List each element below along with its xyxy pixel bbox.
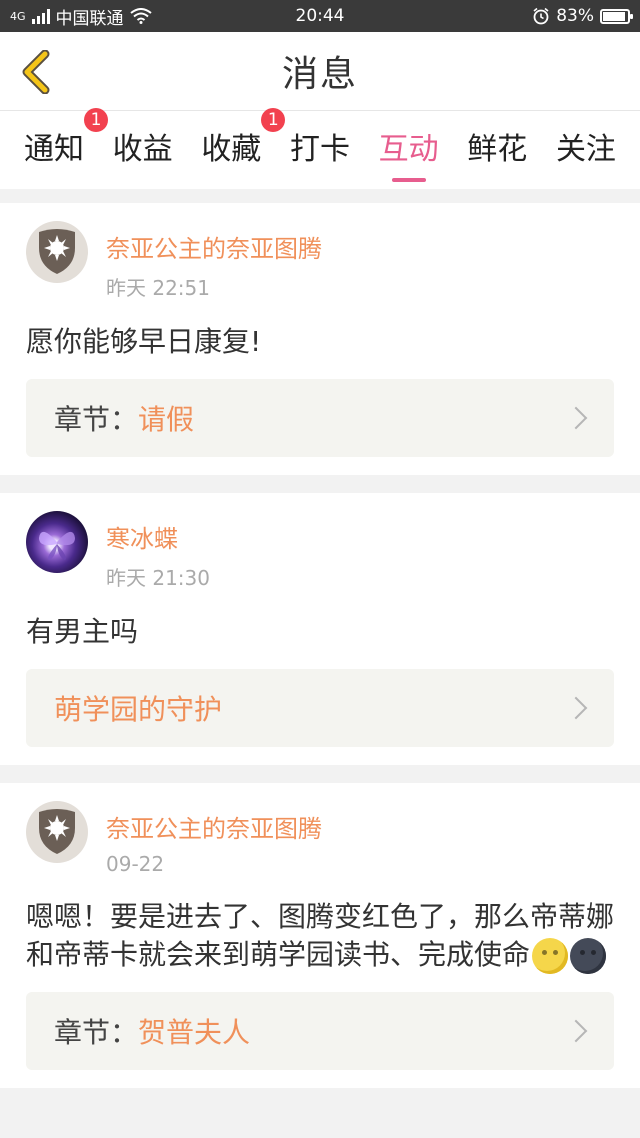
book-link[interactable]: 萌学园的守护	[26, 669, 614, 747]
username[interactable]: 寒冰蝶	[106, 519, 210, 554]
network-type: 4G	[10, 9, 26, 23]
page-title: 消息	[281, 54, 358, 95]
shield-icon	[39, 809, 75, 854]
tab-flowers[interactable]: 鲜花	[467, 124, 527, 176]
message-text: 嗯嗯！要是进去了、图腾变红色了，那么帝蒂娜和帝蒂卡就会来到萌学园读书、完成使命	[26, 898, 614, 974]
timestamp: 昨天 21:30	[106, 566, 210, 590]
tab-notifications[interactable]: 通知 1	[24, 108, 108, 176]
chevron-right-icon	[564, 1019, 588, 1043]
tab-label: 打卡	[289, 132, 350, 167]
chapter-label: 章节：	[54, 403, 139, 436]
tab-label: 鲜花	[467, 132, 528, 167]
tab-interaction[interactable]: 互动	[379, 124, 439, 176]
chapter-title: 请假	[138, 403, 195, 436]
carrier-name: 中国联通	[55, 8, 124, 29]
message-body: 嗯嗯！要是进去了、图腾变红色了，那么帝蒂娜和帝蒂卡就会来到萌学园读书、完成使命	[26, 900, 615, 971]
tab-label: 收益	[112, 132, 173, 167]
timestamp: 09-22	[106, 852, 165, 876]
tab-follow[interactable]: 关注	[556, 124, 616, 176]
message-feed: 奈亚公主的奈亚图腾 昨天 22:51 愿你能够早日康复! 章节：请假 寒冰蝶 昨…	[0, 203, 640, 1088]
shield-icon	[39, 229, 75, 274]
message-text: 有男主吗	[26, 615, 139, 648]
tab-checkin[interactable]: 打卡	[290, 124, 350, 176]
back-button[interactable]	[16, 50, 56, 94]
notification-badge: 1	[84, 108, 108, 132]
back-arrow-icon	[22, 50, 50, 94]
message-text: 愿你能够早日康复!	[26, 325, 262, 358]
alarm-icon	[533, 7, 549, 25]
chapter-label: 章节：	[54, 1016, 139, 1049]
signal-icon	[31, 8, 50, 24]
message-card: 奈亚公主的奈亚图腾 昨天 22:51 愿你能够早日康复! 章节：请假	[0, 203, 640, 475]
tab-label: 通知	[24, 132, 84, 167]
butterfly-icon	[39, 531, 75, 560]
avatar[interactable]	[26, 511, 88, 573]
notification-badge: 1	[261, 108, 286, 132]
message-card: 奈亚公主的奈亚图腾 09-22 嗯嗯！要是进去了、图腾变红色了，那么帝蒂娜和帝蒂…	[0, 783, 640, 1088]
timestamp: 昨天 22:51	[106, 276, 210, 300]
chapter-link[interactable]: 章节：贺普夫人	[26, 992, 614, 1070]
chevron-right-icon	[564, 406, 588, 430]
status-bar: 4G 中国联通 20:44 83%	[0, 0, 640, 32]
username[interactable]: 奈亚公主的奈亚图腾	[106, 809, 322, 844]
avatar[interactable]	[26, 221, 88, 283]
tab-label: 关注	[555, 132, 616, 167]
battery-icon	[600, 8, 633, 24]
new-moon-face-emoji	[570, 938, 607, 974]
avatar[interactable]	[26, 801, 88, 863]
chapter-link[interactable]: 章节：请假	[26, 379, 614, 457]
nav-header: 消息	[0, 32, 640, 111]
clock: 20:44	[295, 6, 345, 26]
message-card: 寒冰蝶 昨天 21:30 有男主吗 萌学园的守护	[0, 493, 640, 765]
full-moon-face-emoji	[532, 938, 569, 974]
battery-percent: 83%	[556, 6, 594, 26]
chapter-title: 贺普夫人	[138, 1016, 251, 1049]
tab-earnings[interactable]: 收益	[113, 124, 173, 176]
wifi-icon	[129, 8, 152, 24]
chevron-right-icon	[564, 696, 588, 720]
book-title: 萌学园的守护	[54, 693, 223, 726]
tab-label: 互动	[378, 132, 439, 167]
tab-label: 收藏	[201, 132, 262, 167]
username[interactable]: 奈亚公主的奈亚图腾	[106, 229, 322, 264]
tab-favorites[interactable]: 收藏 1	[201, 108, 286, 176]
tab-bar: 通知 1 收益 收藏 1 打卡 互动 鲜花 关注	[0, 108, 640, 189]
